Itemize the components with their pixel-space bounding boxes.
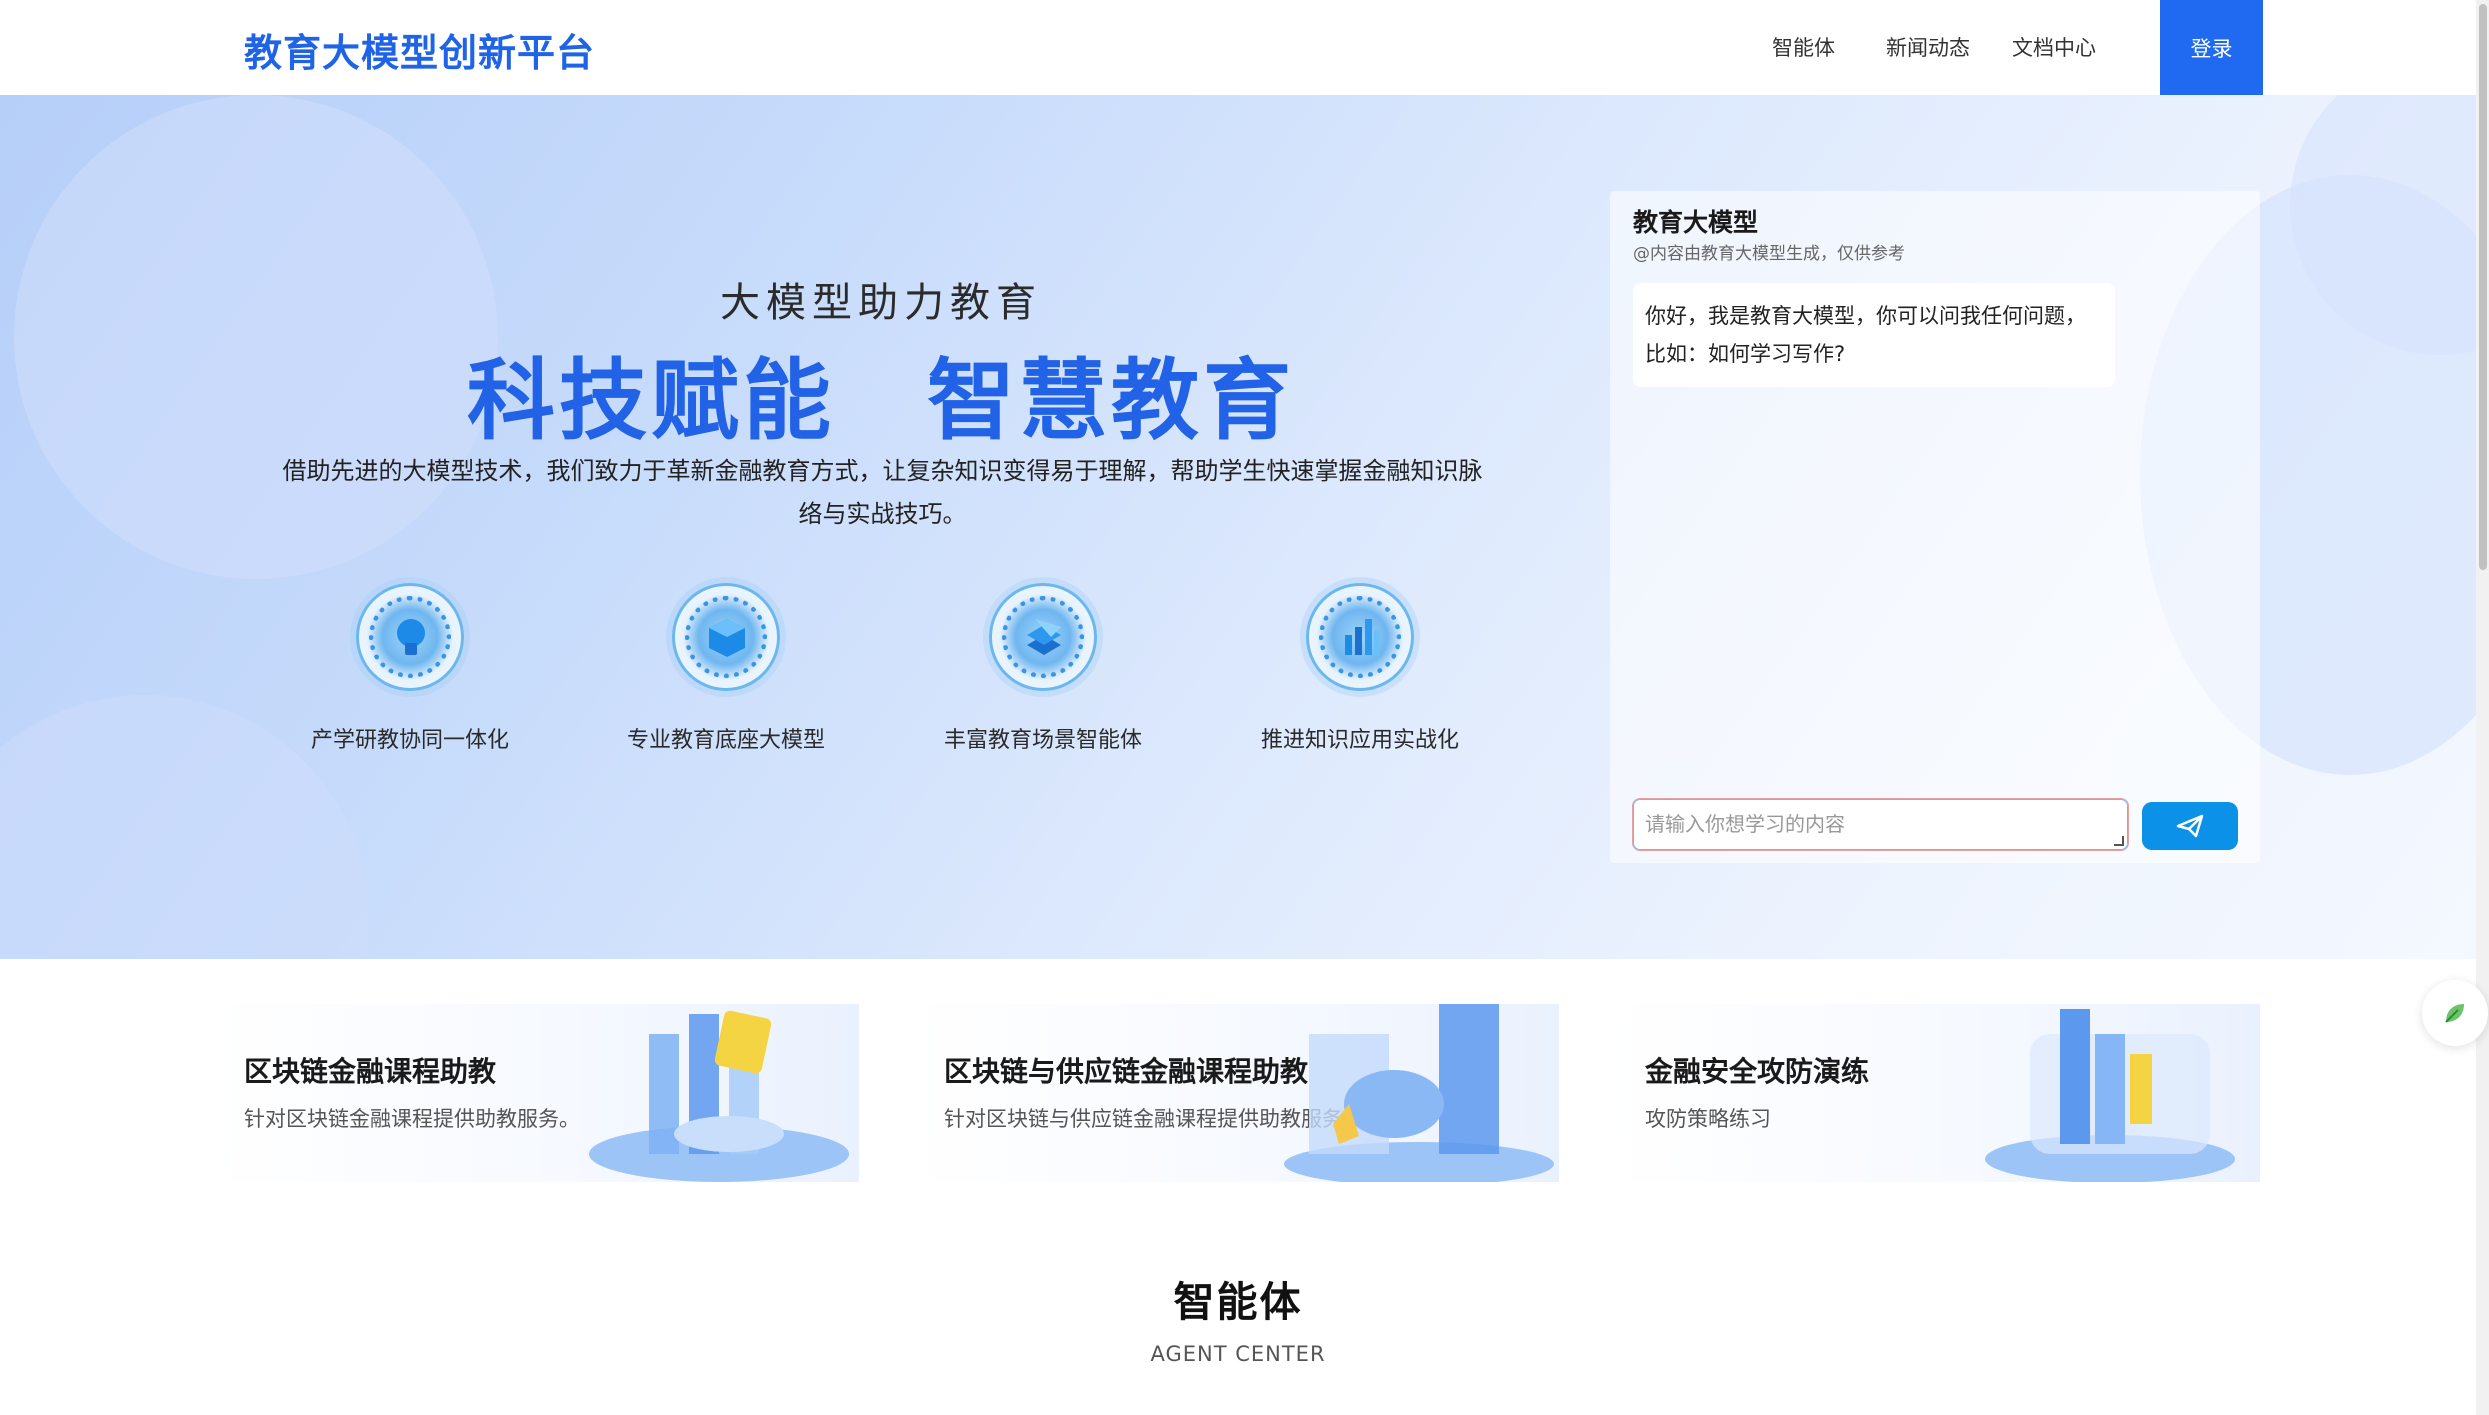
brain-icon: [356, 583, 464, 691]
chat-panel: 教育大模型 @内容由教育大模型生成，仅供参考 你好，我是教育大模型，你可以问我任…: [1610, 191, 2260, 863]
course-description: 攻防策略练习: [1645, 1107, 1771, 1131]
feature-label: 丰富教育场景智能体: [943, 728, 1142, 753]
feature-item: 推进知识应用实战化: [1230, 583, 1490, 754]
chat-input-placeholder: 请输入你想学习的内容: [1645, 812, 1845, 836]
leaf-icon: [2445, 1004, 2464, 1023]
isometric-chart-illustration: [589, 1010, 849, 1182]
course-title: 区块链与供应链金融课程助教: [944, 1055, 1309, 1088]
nav-docs[interactable]: 文档中心: [2012, 32, 2096, 62]
course-title: 金融安全攻防演练: [1645, 1055, 1870, 1088]
nav-agents[interactable]: 智能体: [1772, 32, 1835, 62]
feature-label: 专业教育底座大模型: [626, 728, 825, 753]
section-title: 智能体: [1173, 1278, 1303, 1326]
feature-label: 推进知识应用实战化: [1260, 728, 1459, 753]
chat-input[interactable]: 请输入你想学习的内容: [1632, 798, 2129, 851]
feature-item: 专业教育底座大模型: [596, 583, 856, 754]
course-card[interactable]: 金融安全攻防演练 攻防策略练习: [1610, 1004, 2260, 1182]
section-subtitle: AGENT CENTER: [1150, 1342, 1326, 1366]
cube-icon: [672, 583, 780, 691]
course-title: 区块链金融课程助教: [244, 1055, 497, 1088]
feature-item: 丰富教育场景智能体: [913, 583, 1173, 754]
feature-item: 产学研教协同一体化: [280, 583, 540, 754]
login-button[interactable]: 登录: [2160, 0, 2263, 95]
feature-label: 产学研教协同一体化: [310, 728, 509, 753]
bar-chart-icon: [1306, 583, 1414, 691]
paper-plane-icon: [2176, 814, 2204, 838]
floating-assistant-button[interactable]: [2422, 980, 2488, 1046]
layers-icon: [989, 583, 1097, 691]
send-button[interactable]: [2142, 802, 2238, 850]
scrollbar-thumb[interactable]: [2479, 4, 2487, 570]
page: 教育大模型创新平台 智能体 新闻动态 文档中心 登录 大模型助力教育 科技赋能 …: [0, 0, 2489, 1415]
resize-handle-icon[interactable]: [2114, 836, 2124, 846]
isometric-bar-illustration: [1985, 1009, 2235, 1182]
site-logo[interactable]: 教育大模型创新平台: [244, 22, 595, 77]
course-description: 针对区块链金融课程提供助教服务。: [244, 1107, 580, 1131]
nav-news[interactable]: 新闻动态: [1886, 32, 1970, 62]
course-card[interactable]: 区块链与供应链金融课程助教 针对区块链与供应链金融课程提供助教服务。: [909, 1004, 1559, 1182]
course-card[interactable]: 区块链金融课程助教 针对区块链金融课程提供助教服务。: [209, 1004, 859, 1182]
chat-title: 教育大模型: [1633, 208, 1759, 237]
top-header: 教育大模型创新平台 智能体 新闻动态 文档中心 登录: [0, 0, 2476, 95]
hero-description: 借助先进的大模型技术，我们致力于革新金融教育方式，让复杂知识变得易于理解，帮助学…: [282, 457, 1483, 528]
hero-title: 科技赋能 智慧教育: [466, 349, 1295, 452]
isometric-database-illustration: [1284, 1004, 1554, 1182]
hero-subtitle: 大模型助力教育: [720, 280, 1042, 326]
chat-disclaimer: @内容由教育大模型生成，仅供参考: [1633, 244, 1905, 264]
assistant-message: 你好，我是教育大模型，你可以问我任何问题，比如：如何学习写作?: [1633, 283, 2115, 387]
